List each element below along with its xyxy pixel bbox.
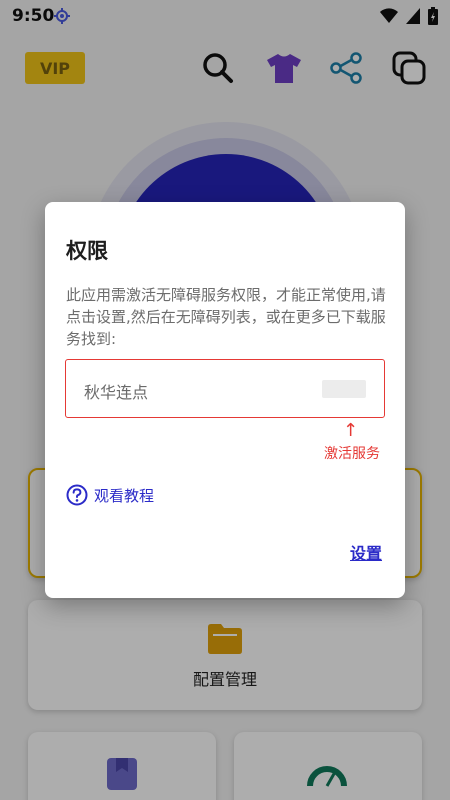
dialog-title: 权限 (66, 239, 108, 263)
service-name: 秋华连点 (84, 383, 149, 402)
tutorial-label: 观看教程 (94, 486, 155, 505)
activate-service-hint: 激活服务 (324, 446, 380, 462)
service-toggle (322, 380, 366, 398)
watch-tutorial-link[interactable]: 观看教程 (66, 484, 154, 506)
settings-button[interactable]: 设置 (350, 540, 382, 564)
dialog-message: 此应用需激活无障碍服务权限，才能正常使用,请点击设置,然后在无障碍列表，或在更多… (66, 286, 386, 348)
service-item: 秋华连点 (65, 359, 385, 418)
up-arrow-icon: ↑ (343, 420, 359, 441)
help-icon (66, 484, 88, 506)
permission-dialog: 权限 此应用需激活无障碍服务权限，才能正常使用,请点击设置,然后在无障碍列表，或… (45, 202, 405, 598)
